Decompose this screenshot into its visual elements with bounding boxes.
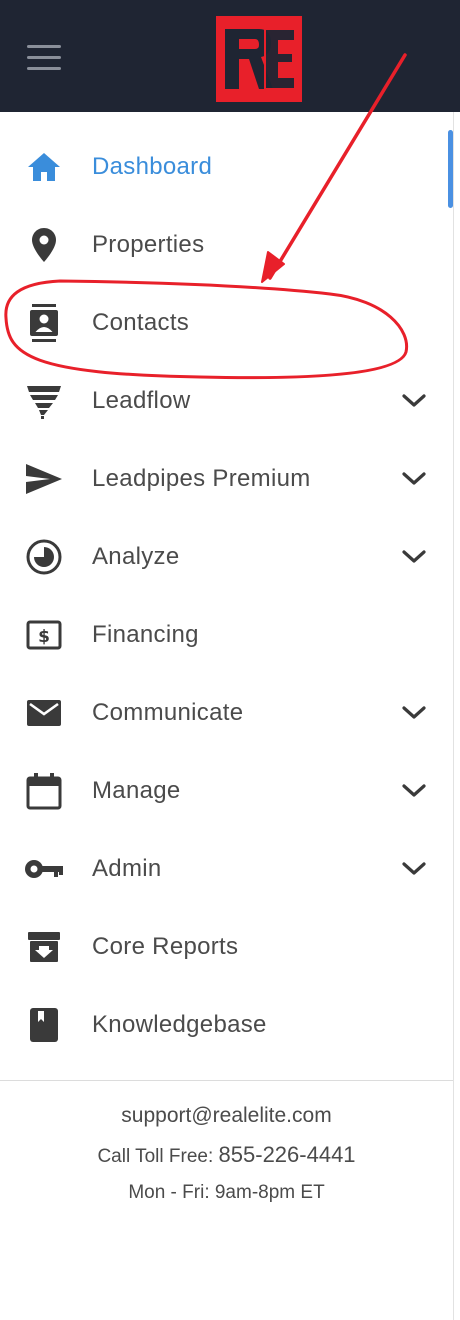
sidebar-item-admin[interactable]: Admin	[0, 830, 453, 908]
support-footer: support@realelite.com Call Toll Free: 85…	[0, 1100, 453, 1204]
sidebar-item-label: Dashboard	[92, 153, 213, 180]
sidebar-item-dashboard[interactable]: Dashboard	[0, 128, 453, 206]
home-icon	[24, 147, 64, 187]
tornado-icon	[24, 381, 64, 421]
support-email-link[interactable]: support@realelite.com	[0, 1104, 453, 1128]
sidebar-item-label: Analyze	[92, 543, 180, 570]
key-icon	[24, 849, 64, 889]
sidebar-item-label: Contacts	[92, 309, 190, 336]
chevron-down-icon[interactable]	[400, 703, 428, 723]
sidebar-item-label: Leadflow	[92, 387, 191, 414]
archive-icon	[24, 927, 64, 967]
support-hours: Mon - Fri: 9am-8pm ET	[128, 1182, 325, 1203]
contacts-icon	[24, 303, 64, 343]
chevron-down-icon[interactable]	[400, 391, 428, 411]
sidebar-item-label: Leadpipes Premium	[92, 465, 311, 492]
footer-divider	[0, 1080, 453, 1081]
chevron-down-icon[interactable]	[400, 781, 428, 801]
sidebar-item-label: Communicate	[92, 699, 244, 726]
logo[interactable]	[215, 15, 303, 103]
sidebar-item-manage[interactable]: Manage	[0, 752, 453, 830]
sidebar-item-label: Knowledgebase	[92, 1011, 267, 1038]
pie-chart-icon	[24, 537, 64, 577]
sidebar-item-properties[interactable]: Properties	[0, 206, 453, 284]
dollar-bill-icon: $	[24, 615, 64, 655]
sidebar-item-contacts[interactable]: Contacts	[0, 284, 453, 362]
support-phone: Call Toll Free: 855-226-4441	[0, 1142, 453, 1168]
calendar-icon	[24, 771, 64, 811]
sidebar-item-leadpipes-premium[interactable]: Leadpipes Premium	[0, 440, 453, 518]
sidebar-item-analyze[interactable]: Analyze	[0, 518, 453, 596]
send-icon	[24, 459, 64, 499]
sidebar-item-communicate[interactable]: Communicate	[0, 674, 453, 752]
envelope-icon	[24, 693, 64, 733]
sidebar-item-label: Financing	[92, 621, 199, 648]
chevron-down-icon[interactable]	[400, 859, 428, 879]
chevron-down-icon[interactable]	[400, 469, 428, 489]
sidebar-item-label: Core Reports	[92, 933, 239, 960]
phone-label: Call Toll Free:	[97, 1146, 214, 1167]
chevron-down-icon[interactable]	[400, 547, 428, 567]
book-icon	[24, 1005, 64, 1045]
phone-number-link[interactable]: 855-226-4441	[219, 1142, 356, 1167]
sidebar-item-knowledgebase[interactable]: Knowledgebase	[0, 986, 453, 1064]
sidebar-item-leadflow[interactable]: Leadflow	[0, 362, 453, 440]
sidebar-menu: Dashboard Properties Contacts Leadflow L…	[0, 128, 453, 1064]
sidebar-item-label: Admin	[92, 855, 162, 882]
hamburger-icon[interactable]	[27, 45, 61, 71]
map-pin-icon	[24, 225, 64, 265]
sidebar-item-label: Manage	[92, 777, 181, 804]
sidebar-border	[453, 112, 454, 1320]
sidebar-item-financing[interactable]: $ Financing	[0, 596, 453, 674]
app-header	[0, 0, 460, 112]
sidebar-item-label: Properties	[92, 231, 205, 258]
sidebar-item-core-reports[interactable]: Core Reports	[0, 908, 453, 986]
svg-text:$: $	[38, 627, 50, 647]
